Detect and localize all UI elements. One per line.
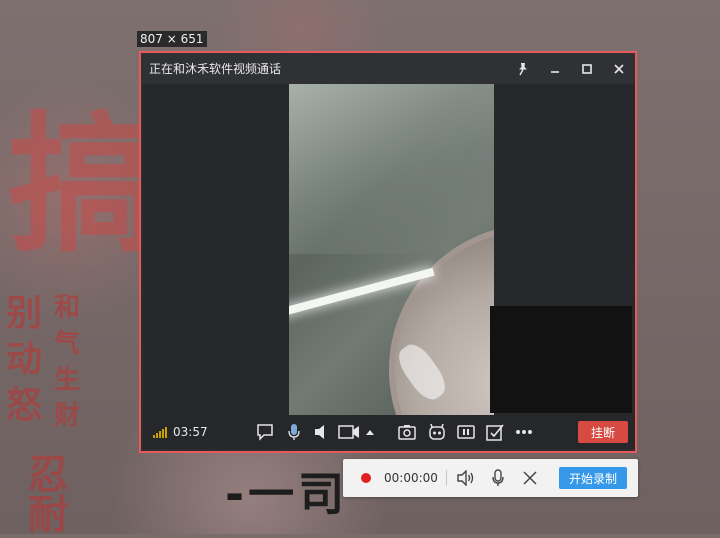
checkbox-button[interactable] (485, 423, 505, 441)
window-title: 正在和沐禾软件视频通话 (149, 62, 282, 76)
pause-button[interactable] (456, 423, 476, 441)
video-call-window: 正在和沐禾软件视频通话 03:57 挂断 (139, 51, 637, 453)
recording-indicator-icon (361, 473, 371, 483)
maximize-button[interactable] (571, 53, 603, 84)
minimize-icon (551, 70, 559, 73)
selection-size-label: 807 × 651 (137, 31, 207, 47)
recording-separator (446, 470, 447, 486)
recording-toolbar: 00:00:00 开始录制 (343, 459, 638, 497)
pin-icon (519, 62, 527, 75)
dropdown-arrow-icon (366, 430, 374, 435)
signal-strength-icon (153, 426, 167, 438)
camera-icon (338, 425, 359, 439)
more-button[interactable] (514, 423, 534, 441)
hangup-button[interactable]: 挂断 (578, 421, 628, 443)
microphone-button[interactable] (285, 423, 303, 441)
wallpaper-stroke-text: -一司 (225, 467, 349, 521)
screenshot-button[interactable] (397, 423, 417, 441)
local-video-preview[interactable] (490, 306, 632, 413)
recording-time: 00:00:00 (384, 471, 438, 485)
window-titlebar[interactable]: 正在和沐禾软件视频通话 (141, 53, 635, 84)
camera-button[interactable] (338, 423, 360, 441)
remote-video-feed[interactable] (289, 84, 494, 415)
microphone-icon (288, 424, 300, 440)
camera-options-dropdown[interactable] (365, 423, 375, 441)
close-icon (614, 63, 624, 74)
screenshot-icon (398, 425, 416, 440)
wallpaper-column-2: 和气生财 (54, 293, 81, 431)
wallpaper-big-char: 搞 (8, 97, 159, 273)
chat-icon (257, 424, 273, 441)
pause-icon (457, 425, 475, 439)
speaker-button[interactable] (311, 423, 329, 441)
chat-button[interactable] (255, 423, 275, 441)
video-area (143, 84, 635, 415)
recording-volume-button[interactable] (453, 468, 479, 488)
recording-microphone-button[interactable] (485, 468, 511, 488)
more-icon (516, 430, 532, 434)
wallpaper-column-1: 别动怒 (6, 292, 43, 426)
call-duration: 03:57 (173, 425, 208, 439)
start-recording-button[interactable]: 开始录制 (559, 467, 627, 489)
minimize-button[interactable] (539, 53, 571, 84)
close-icon (523, 471, 537, 485)
call-control-bar: 03:57 挂断 (143, 415, 635, 449)
checkbox-icon (486, 424, 504, 441)
maximize-icon (582, 63, 592, 74)
wallpaper-bottom-text: 忍耐 (28, 451, 68, 538)
volume-icon (457, 470, 474, 486)
remote-video-ceiling (289, 84, 494, 254)
speaker-icon (315, 425, 324, 439)
close-button[interactable] (603, 53, 635, 84)
robot-icon (429, 423, 445, 440)
recording-close-button[interactable] (517, 468, 543, 488)
robot-button[interactable] (427, 423, 447, 441)
pin-button[interactable] (507, 53, 539, 84)
microphone-icon (492, 469, 504, 486)
